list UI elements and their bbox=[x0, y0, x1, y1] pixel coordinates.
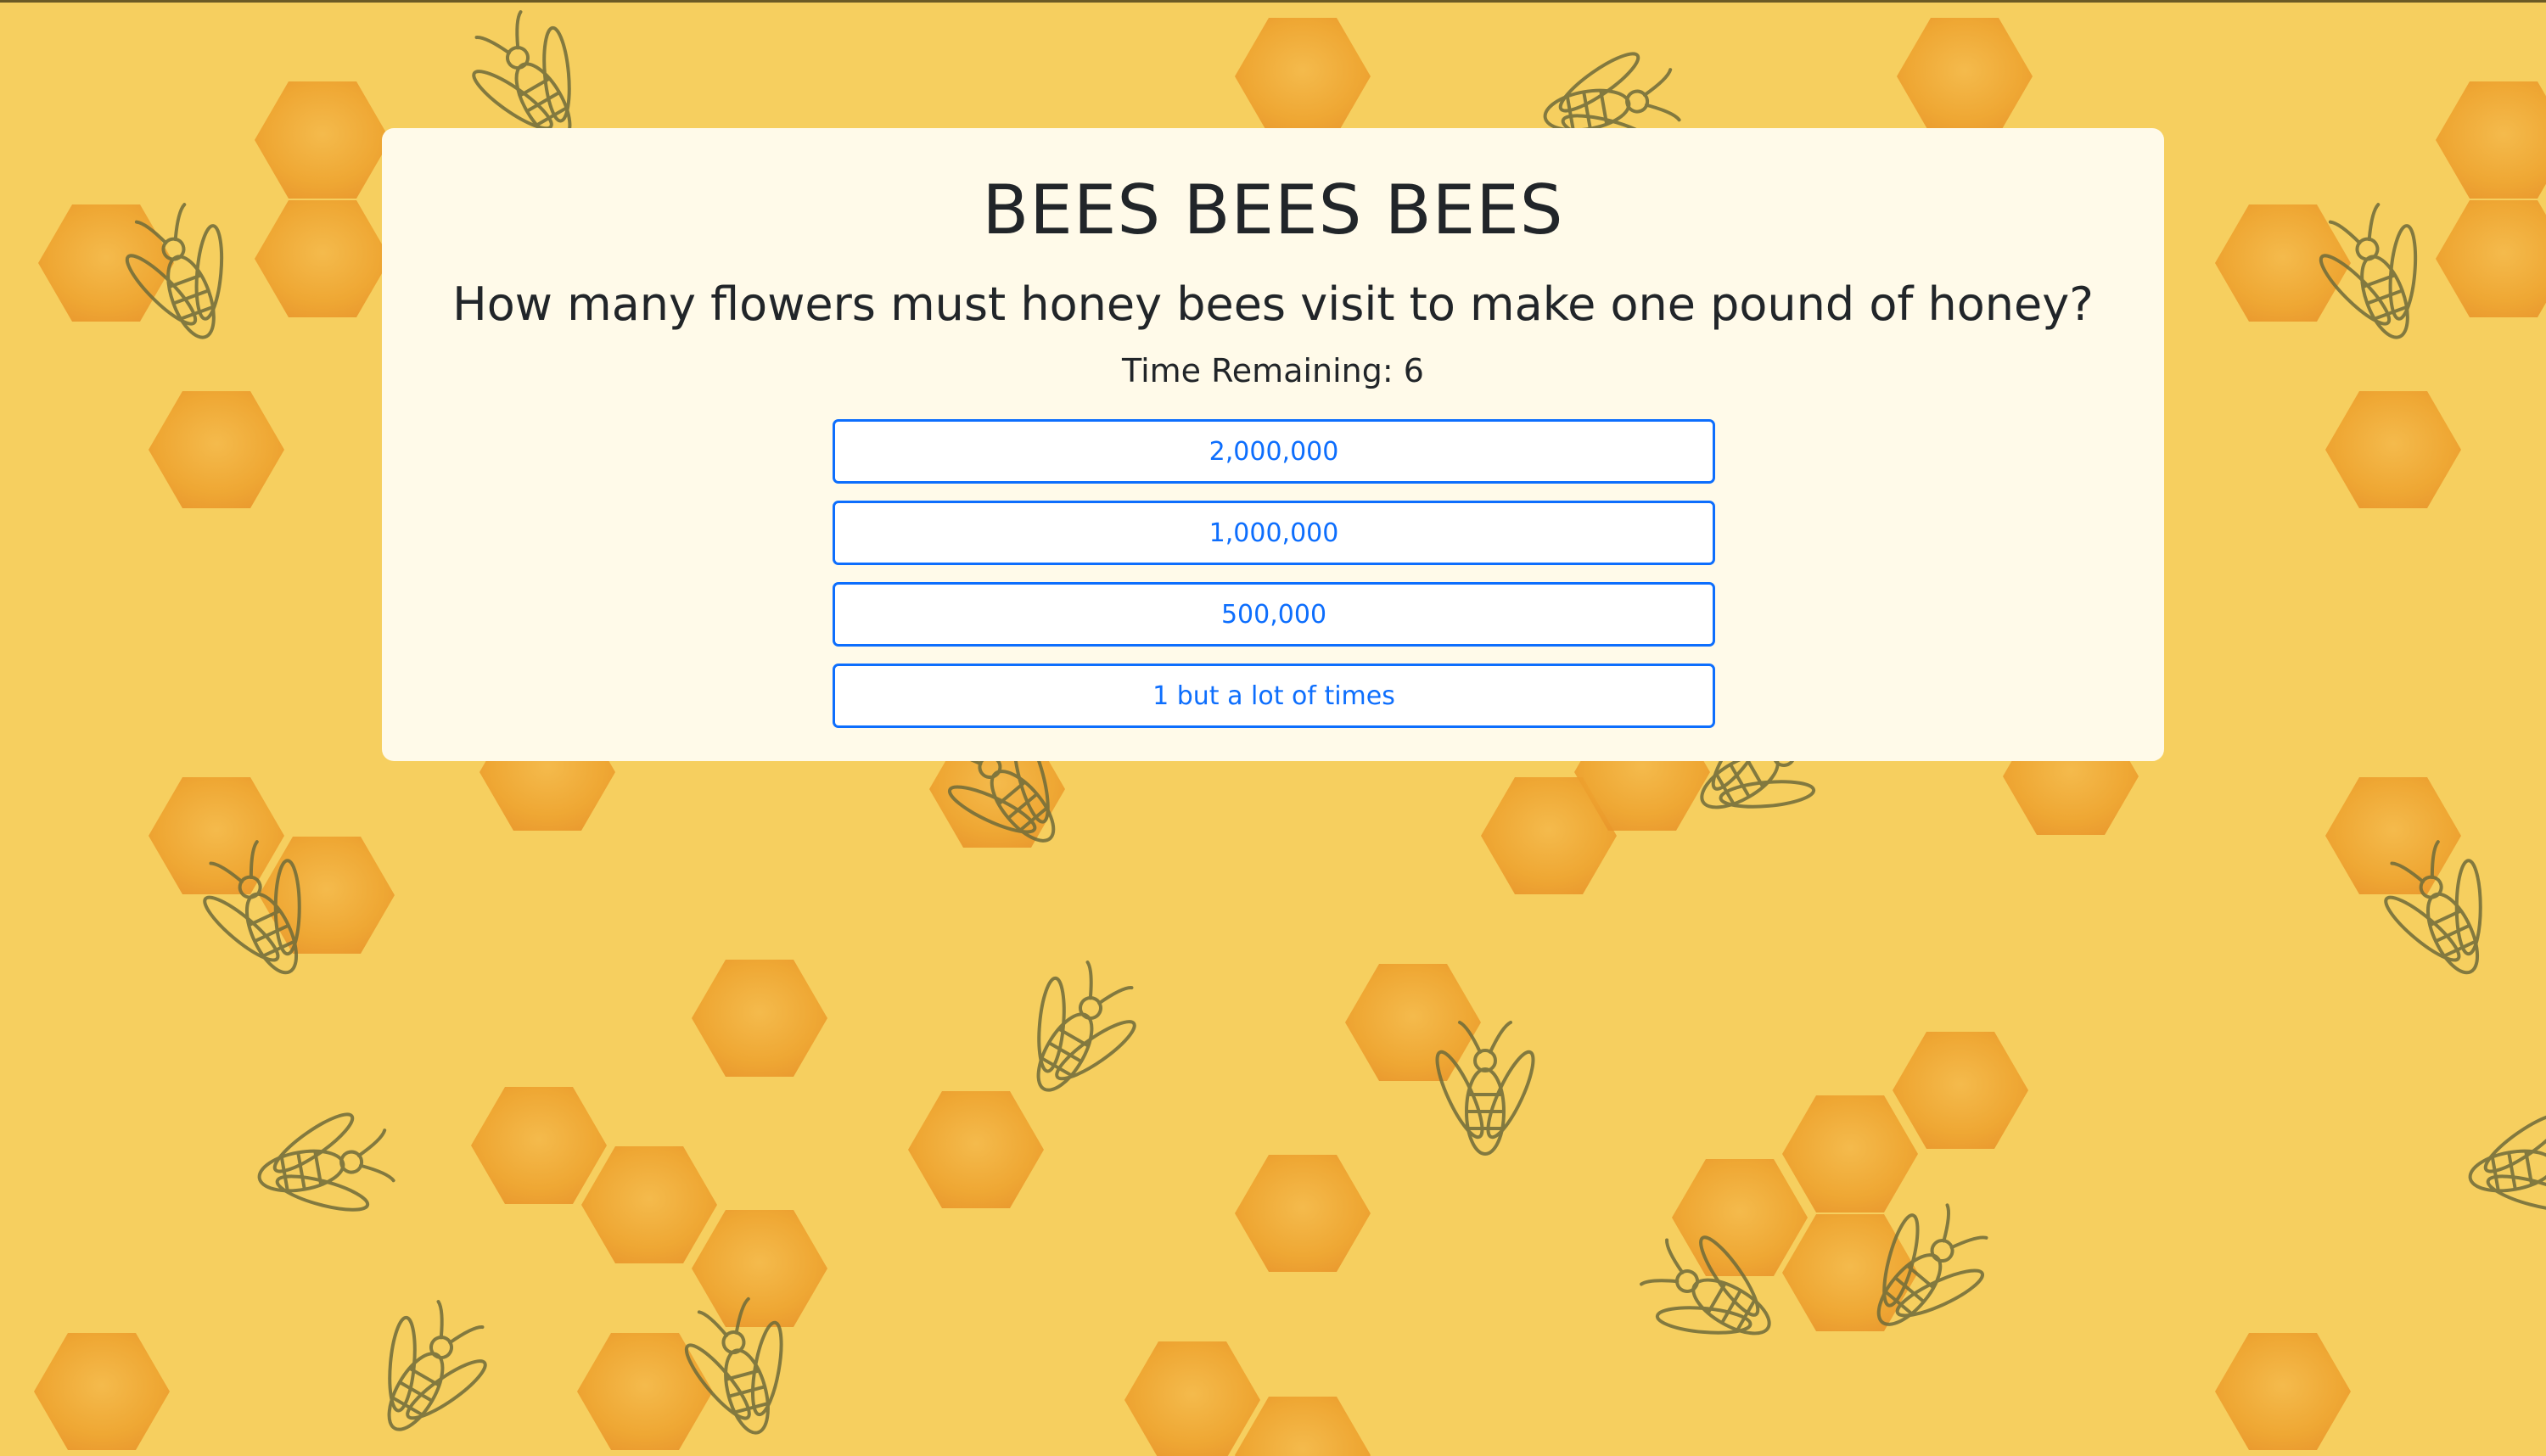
answer-list: 2,000,000 1,000,000 500,000 1 but a lot … bbox=[833, 419, 1715, 745]
answer-button-3[interactable]: 500,000 bbox=[833, 582, 1715, 647]
answer-button-2[interactable]: 1,000,000 bbox=[833, 501, 1715, 565]
page-title: BEES BEES BEES bbox=[982, 171, 1564, 249]
answer-button-4[interactable]: 1 but a lot of times bbox=[833, 664, 1715, 728]
time-remaining: Time Remaining: 6 bbox=[1122, 352, 1424, 389]
quiz-card: BEES BEES BEES How many flowers must hon… bbox=[382, 128, 2164, 761]
question-text: How many flowers must honey bees visit t… bbox=[452, 277, 2094, 331]
answer-button-1[interactable]: 2,000,000 bbox=[833, 419, 1715, 484]
